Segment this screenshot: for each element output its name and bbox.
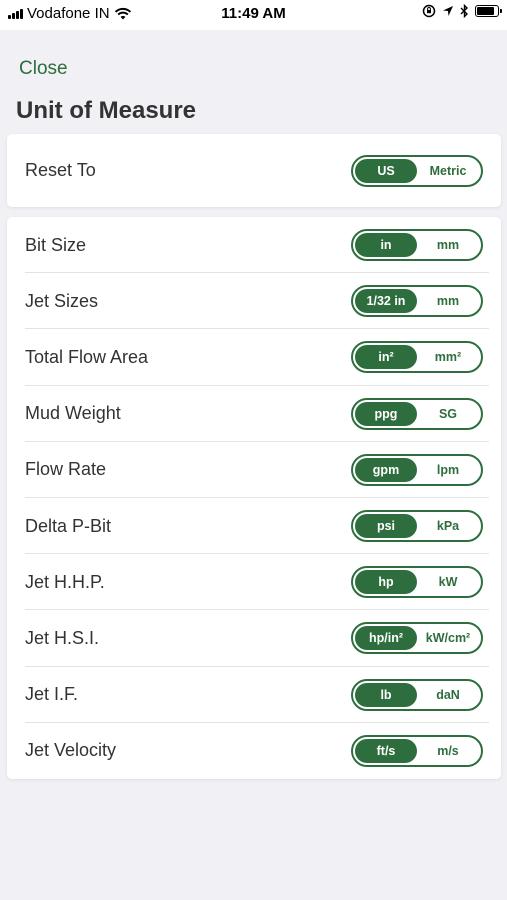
mud-weight-toggle[interactable]: ppg SG	[351, 397, 483, 430]
toggle-option-us[interactable]: ppg	[355, 401, 417, 426]
toggle-option-metric[interactable]: kW/cm²	[417, 626, 479, 650]
unit-label: Jet Sizes	[25, 290, 99, 311]
toggle-option-metric[interactable]: kW	[417, 570, 479, 594]
unit-label: Delta P-Bit	[25, 515, 112, 536]
total-flow-area-toggle[interactable]: in² mm²	[351, 341, 483, 374]
toggle-option-metric[interactable]: mm	[417, 233, 479, 257]
close-button[interactable]: Close	[19, 58, 68, 80]
jet-if-toggle[interactable]: lb daN	[351, 678, 483, 711]
toggle-option-us[interactable]: ft/s	[355, 738, 417, 763]
bluetooth-icon	[460, 4, 468, 18]
toggle-option-metric[interactable]: kPa	[417, 514, 479, 538]
reset-card: Reset To US Metric	[7, 134, 501, 207]
unit-row-jet-hsi: Jet H.S.I. hp/in² kW/cm²	[7, 610, 501, 667]
unit-row-jet-sizes: Jet Sizes 1/32 in mm	[7, 273, 501, 330]
page-title: Unit of Measure	[16, 97, 197, 124]
unit-row-jet-hhp: Jet H.H.P. hp kW	[7, 554, 501, 611]
toggle-option-metric[interactable]: m/s	[417, 739, 479, 763]
unit-row-total-flow-area: Total Flow Area in² mm²	[7, 329, 501, 386]
jet-sizes-toggle[interactable]: 1/32 in mm	[351, 285, 483, 318]
unit-label: Mud Weight	[25, 403, 121, 424]
toggle-option-metric[interactable]: mm	[417, 289, 479, 313]
battery-icon	[475, 5, 502, 17]
bit-size-toggle[interactable]: in mm	[351, 229, 483, 262]
toggle-option-us[interactable]: in	[355, 233, 417, 258]
toggle-option-metric[interactable]: lpm	[417, 458, 479, 482]
unit-label: Jet H.H.P.	[25, 571, 105, 592]
toggle-option-us[interactable]: gpm	[355, 457, 417, 482]
unit-row-bit-size: Bit Size in mm	[7, 217, 501, 274]
unit-label: Bit Size	[25, 234, 87, 255]
jet-velocity-toggle[interactable]: ft/s m/s	[351, 734, 483, 767]
delta-p-bit-toggle[interactable]: psi kPa	[351, 510, 483, 543]
unit-label: Flow Rate	[25, 459, 107, 480]
status-right	[422, 4, 502, 18]
toggle-option-us[interactable]: 1/32 in	[355, 289, 417, 314]
unit-row-mud-weight: Mud Weight ppg SG	[7, 386, 501, 442]
unit-label: Jet I.F.	[25, 684, 79, 705]
toggle-option-metric[interactable]: daN	[417, 683, 479, 707]
unit-label: Jet H.S.I.	[25, 627, 100, 648]
jet-hhp-toggle[interactable]: hp kW	[351, 566, 483, 599]
reset-row: Reset To US Metric	[7, 134, 501, 207]
unit-row-delta-p-bit: Delta P-Bit psi kPa	[7, 498, 501, 555]
toggle-option-us[interactable]: lb	[355, 682, 417, 707]
units-card: Bit Size in mm Jet Sizes 1/32 in mm Tota…	[7, 217, 501, 779]
reset-toggle[interactable]: US Metric	[351, 154, 483, 187]
reset-option-us[interactable]: US	[355, 158, 417, 183]
unit-row-jet-velocity: Jet Velocity ft/s m/s	[7, 723, 501, 779]
reset-option-metric[interactable]: Metric	[417, 159, 479, 183]
unit-label: Total Flow Area	[25, 346, 149, 367]
toggle-option-us[interactable]: in²	[355, 345, 417, 370]
flow-rate-toggle[interactable]: gpm lpm	[351, 453, 483, 486]
toggle-option-metric[interactable]: SG	[417, 402, 479, 426]
toggle-option-us[interactable]: hp	[355, 570, 417, 595]
toggle-option-us[interactable]: psi	[355, 514, 417, 539]
unit-row-flow-rate: Flow Rate gpm lpm	[7, 442, 501, 498]
jet-hsi-toggle[interactable]: hp/in² kW/cm²	[351, 622, 483, 655]
rotation-lock-icon	[422, 4, 436, 18]
toggle-option-us[interactable]: hp/in²	[355, 626, 417, 651]
location-arrow-icon	[443, 6, 453, 16]
reset-label: Reset To	[25, 160, 96, 180]
toggle-option-metric[interactable]: mm²	[417, 345, 479, 369]
unit-row-jet-if: Jet I.F. lb daN	[7, 667, 501, 723]
status-bar: Vodafone IN 11:49 AM	[0, 0, 507, 30]
unit-label: Jet Velocity	[25, 740, 117, 761]
